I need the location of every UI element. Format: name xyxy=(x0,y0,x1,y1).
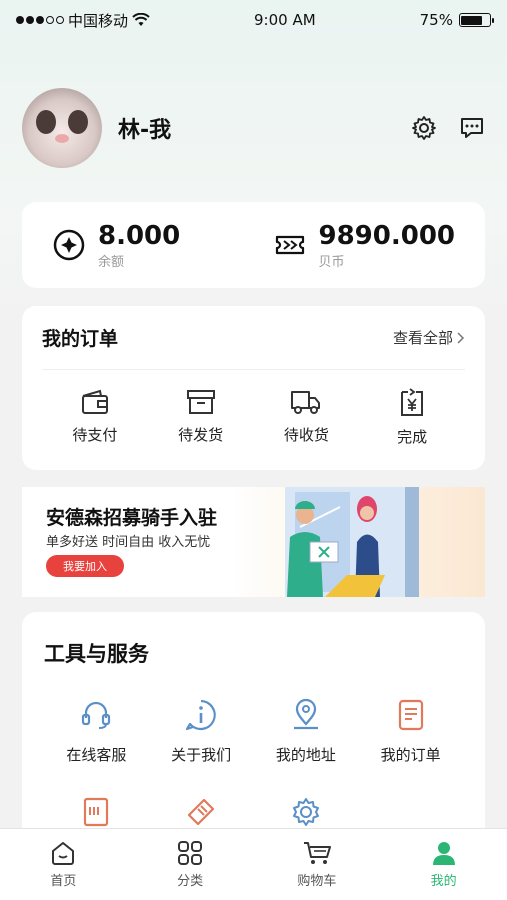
signal-strength-icon xyxy=(16,16,64,24)
banner-subtitle: 单多好送 时间自由 收入无忧 xyxy=(46,535,211,550)
order-doc-icon xyxy=(398,699,423,731)
box-icon xyxy=(186,390,215,414)
status-bar: 中国移动 9:00 AM 75% xyxy=(0,0,507,40)
username: 林-我 xyxy=(118,118,172,143)
ticket-icon xyxy=(276,235,305,255)
cart-icon xyxy=(303,842,331,864)
tool-partial-3[interactable] xyxy=(254,795,359,829)
about-us-button[interactable]: 关于我们 xyxy=(149,698,254,765)
online-service-button[interactable]: 在线客服 xyxy=(44,698,149,765)
my-orders-tool-button[interactable]: 我的订单 xyxy=(358,698,463,765)
settings-gear-icon xyxy=(292,798,319,826)
coins-value: 9890.000 xyxy=(318,220,455,251)
order-label: 完成 xyxy=(397,428,428,446)
order-label: 待收货 xyxy=(283,426,329,444)
chevron-right-icon xyxy=(457,331,465,344)
tool-partial-2[interactable] xyxy=(149,795,254,829)
view-all-label: 查看全部 xyxy=(392,329,453,347)
status-time: 9:00 AM xyxy=(254,11,316,29)
order-pending-shipment[interactable]: 待发货 xyxy=(156,388,246,447)
coins-label: 贝币 xyxy=(318,254,345,270)
tab-label: 我的 xyxy=(430,874,457,889)
status-right: 75% xyxy=(419,11,494,29)
avatar[interactable] xyxy=(22,88,102,168)
grid-icon xyxy=(178,841,203,865)
message-icon[interactable] xyxy=(459,115,485,141)
order-pending-receipt[interactable]: 待收货 xyxy=(261,388,351,447)
tab-label: 首页 xyxy=(50,874,77,889)
tool-label: 关于我们 xyxy=(171,746,232,764)
location-icon xyxy=(293,698,318,730)
my-address-button[interactable]: 我的地址 xyxy=(254,698,359,765)
tab-home[interactable]: 首页 xyxy=(13,829,113,900)
wifi-icon xyxy=(132,13,150,26)
coins-item[interactable]: 9890.000 贝币 xyxy=(274,221,455,270)
wallet-icon xyxy=(81,389,108,414)
battery-percent: 75% xyxy=(419,11,453,29)
tool-label: 我的订单 xyxy=(380,746,441,764)
tab-label: 购物车 xyxy=(297,874,337,889)
balance-item[interactable]: 8.000 余额 xyxy=(52,221,180,270)
banner-title: 安德森招募骑手入驻 xyxy=(46,507,218,529)
order-pending-payment[interactable]: 待支付 xyxy=(50,388,140,447)
user-icon xyxy=(432,842,455,865)
delivery-illustration xyxy=(285,487,419,597)
orders-header: 我的订单 查看全部 xyxy=(42,306,465,370)
join-button[interactable]: 我要加入 xyxy=(46,555,124,577)
status-left: 中国移动 xyxy=(16,10,150,31)
rider-recruit-banner[interactable]: 安德森招募骑手入驻 单多好送 时间自由 收入无忧 我要加入 xyxy=(22,487,485,597)
bottom-tab-bar: 首页 分类 购物车 我的 xyxy=(0,828,507,900)
order-completed[interactable]: 完成 xyxy=(367,388,457,447)
tool-label: 在线客服 xyxy=(66,746,127,764)
order-label: 待支付 xyxy=(72,426,118,444)
tools-title: 工具与服务 xyxy=(44,642,149,666)
order-label: 待发货 xyxy=(178,426,224,444)
tool-label: 我的地址 xyxy=(275,746,336,764)
carrier-name: 中国移动 xyxy=(68,11,129,30)
balance-value: 8.000 xyxy=(98,220,181,251)
coupon-icon xyxy=(188,798,215,826)
view-all-orders-link[interactable]: 查看全部 xyxy=(393,327,465,348)
battery-icon xyxy=(458,13,494,27)
profile-header: 林-我 xyxy=(22,86,485,170)
orders-card: 我的订单 查看全部 待支付 待发货 待收货 完成 xyxy=(22,306,485,470)
tab-category[interactable]: 分类 xyxy=(140,829,240,900)
tab-label: 分类 xyxy=(177,874,204,889)
truck-icon xyxy=(291,391,321,414)
settings-gear-icon[interactable] xyxy=(411,115,437,141)
tab-mine[interactable]: 我的 xyxy=(394,829,494,900)
balance-label: 余额 xyxy=(98,254,125,270)
tab-cart[interactable]: 购物车 xyxy=(267,829,367,900)
balance-icon xyxy=(53,229,85,261)
orders-title: 我的订单 xyxy=(42,328,119,350)
tool-partial-1[interactable] xyxy=(44,795,149,829)
info-icon xyxy=(186,699,216,731)
receipt-icon xyxy=(84,797,109,827)
home-icon xyxy=(52,842,75,865)
headset-icon xyxy=(82,701,111,729)
wallet-card: 8.000 余额 9890.000 贝币 xyxy=(22,202,485,288)
yen-doc-icon xyxy=(401,388,424,416)
